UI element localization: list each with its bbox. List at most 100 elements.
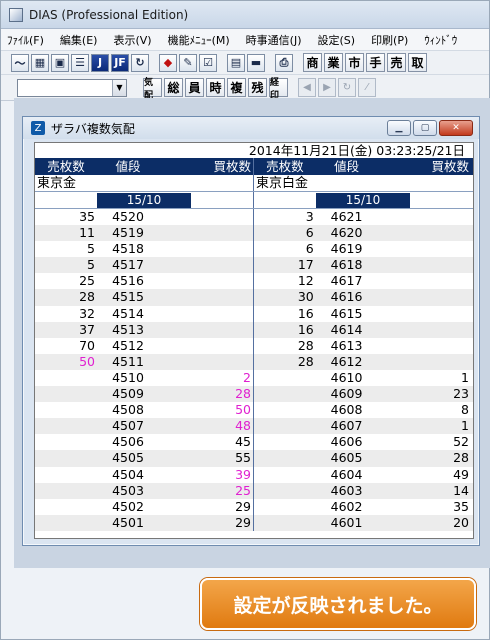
doc-icon[interactable]: ▤ [227, 53, 245, 72]
buy-qty-cell[interactable] [159, 273, 253, 289]
buy-qty-cell[interactable]: 55 [159, 450, 253, 466]
buy-qty-cell[interactable] [159, 322, 253, 338]
price-cell[interactable]: 4602 [316, 499, 378, 515]
jf-icon[interactable]: JF [111, 53, 129, 72]
price-cell[interactable]: 4605 [316, 450, 378, 466]
toolbar-btn-sho[interactable]: 商 [303, 53, 322, 72]
sell-qty-cell[interactable]: 35 [35, 209, 97, 225]
buy-qty-cell[interactable] [377, 209, 471, 225]
buy-qty-cell[interactable] [159, 225, 253, 241]
sell-qty-cell[interactable]: 12 [254, 273, 316, 289]
price-cell[interactable]: 4601 [316, 515, 378, 531]
chart-icon[interactable]: 〜 [11, 53, 29, 72]
maximize-icon[interactable]: ▢ [413, 120, 437, 136]
sell-qty-cell[interactable]: 28 [254, 354, 316, 370]
menu-file[interactable]: ﾌｧｲﾙ(F) [7, 32, 44, 48]
price-cell[interactable]: 4501 [97, 515, 159, 531]
toolbar-btn-uri[interactable]: 売 [387, 53, 406, 72]
menu-function[interactable]: 機能ﾒﾆｭｰ(M) [168, 32, 230, 48]
menu-view[interactable]: 表示(V) [113, 32, 151, 48]
price-cell[interactable]: 4620 [316, 225, 378, 241]
buy-qty-cell[interactable]: 23 [377, 386, 471, 402]
toolbar-btn-tori[interactable]: 取 [408, 53, 427, 72]
price-cell[interactable]: 4510 [97, 370, 159, 386]
price-cell[interactable]: 4609 [316, 386, 378, 402]
price-cell[interactable]: 4617 [316, 273, 378, 289]
price-cell[interactable]: 4504 [97, 467, 159, 483]
price-cell[interactable]: 4502 [97, 499, 159, 515]
sell-qty-cell[interactable]: 70 [35, 338, 97, 354]
buy-qty-cell[interactable] [377, 257, 471, 273]
list-icon[interactable]: ☰ [71, 53, 89, 72]
buy-qty-cell[interactable]: 28 [159, 386, 253, 402]
price-cell[interactable]: 4513 [97, 322, 159, 338]
toolbar-btn-in[interactable]: 員 [185, 78, 204, 97]
sell-qty-cell[interactable]: 6 [254, 225, 316, 241]
buy-qty-cell[interactable] [377, 322, 471, 338]
toolbar-btn-ji[interactable]: 時 [206, 78, 225, 97]
instrument-name-left[interactable]: 東京金 [35, 175, 253, 191]
contract-month-right[interactable]: 15/10 [316, 193, 410, 208]
price-cell[interactable]: 4612 [316, 354, 378, 370]
instrument-name-right[interactable]: 東京白金 [253, 175, 472, 191]
buy-qty-cell[interactable] [377, 306, 471, 322]
price-cell[interactable]: 4505 [97, 450, 159, 466]
price-cell[interactable]: 4518 [97, 241, 159, 257]
price-cell[interactable]: 4608 [316, 402, 378, 418]
price-cell[interactable]: 4610 [316, 370, 378, 386]
sell-qty-cell[interactable]: 32 [35, 306, 97, 322]
toolbar-btn-so[interactable]: 総 [164, 78, 183, 97]
toolbar-btn-gyo[interactable]: 業 [324, 53, 343, 72]
buy-qty-cell[interactable] [377, 225, 471, 241]
buy-qty-cell[interactable] [159, 257, 253, 273]
sell-qty-cell[interactable] [254, 499, 316, 515]
toolbar-btn-zan[interactable]: 残 [248, 78, 267, 97]
buy-qty-cell[interactable] [377, 354, 471, 370]
buy-qty-cell[interactable]: 8 [377, 402, 471, 418]
sell-qty-cell[interactable] [35, 515, 97, 531]
buy-qty-cell[interactable]: 50 [159, 402, 253, 418]
price-cell[interactable]: 4511 [97, 354, 159, 370]
price-cell[interactable]: 4615 [316, 306, 378, 322]
sell-qty-cell[interactable] [254, 434, 316, 450]
sell-qty-cell[interactable] [35, 386, 97, 402]
toolbar-btn-kehai[interactable]: 気配 [143, 78, 162, 101]
sell-qty-cell[interactable] [35, 450, 97, 466]
sell-qty-cell[interactable] [254, 402, 316, 418]
price-cell[interactable]: 4512 [97, 338, 159, 354]
menu-window[interactable]: ｳｨﾝﾄﾞｳ [424, 32, 457, 48]
toolbar-btn-shi[interactable]: 市 [345, 53, 364, 72]
prev-arrow-icon[interactable]: ◀ [298, 78, 316, 97]
contract-month-left[interactable]: 15/10 [97, 193, 191, 208]
sell-qty-cell[interactable] [254, 418, 316, 434]
buy-qty-cell[interactable] [377, 338, 471, 354]
sell-qty-cell[interactable]: 17 [254, 257, 316, 273]
check-icon[interactable]: ☑ [199, 53, 217, 72]
buy-qty-cell[interactable]: 35 [377, 499, 471, 515]
buy-qty-cell[interactable] [159, 289, 253, 305]
reload-icon[interactable]: ↻ [338, 78, 356, 97]
price-cell[interactable]: 4514 [97, 306, 159, 322]
buy-qty-cell[interactable]: 28 [377, 450, 471, 466]
buy-qty-cell[interactable] [377, 241, 471, 257]
buy-qty-cell[interactable]: 2 [159, 370, 253, 386]
buy-qty-cell[interactable] [159, 338, 253, 354]
edit-icon[interactable]: ✎ [179, 53, 197, 72]
window-icon[interactable]: ▣ [51, 53, 69, 72]
sell-qty-cell[interactable]: 25 [35, 273, 97, 289]
sell-qty-cell[interactable]: 37 [35, 322, 97, 338]
minimize-icon[interactable]: ▁ [387, 120, 411, 136]
sell-qty-cell[interactable]: 11 [35, 225, 97, 241]
symbol-combo[interactable]: ▼ [17, 78, 127, 97]
sell-qty-cell[interactable]: 30 [254, 289, 316, 305]
buy-qty-cell[interactable]: 29 [159, 499, 253, 515]
buy-qty-cell[interactable]: 49 [377, 467, 471, 483]
sell-qty-cell[interactable] [35, 434, 97, 450]
monitor-icon[interactable]: ▬ [247, 53, 265, 72]
sell-qty-cell[interactable] [35, 483, 97, 499]
price-cell[interactable]: 4614 [316, 322, 378, 338]
price-cell[interactable]: 4618 [316, 257, 378, 273]
price-cell[interactable]: 4606 [316, 434, 378, 450]
j-icon[interactable]: J [91, 53, 109, 72]
buy-qty-cell[interactable] [159, 306, 253, 322]
